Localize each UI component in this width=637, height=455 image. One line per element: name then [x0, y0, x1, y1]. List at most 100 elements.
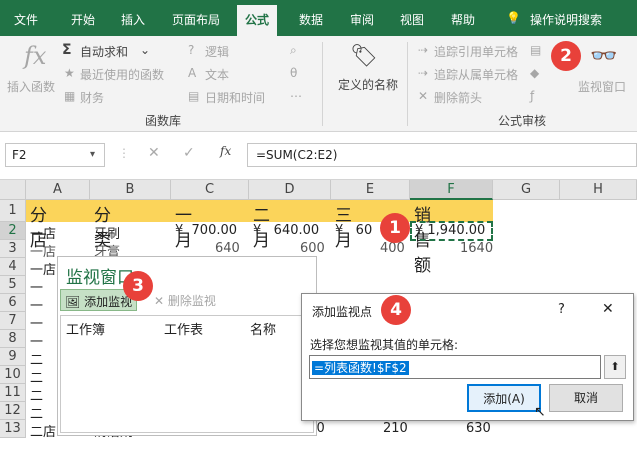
- trace-dependents-button[interactable]: 追踪从属单元格: [434, 66, 518, 83]
- finance-button[interactable]: 财务: [80, 89, 104, 106]
- cell-a11[interactable]: 二: [30, 385, 43, 404]
- row-header[interactable]: 9: [0, 348, 26, 366]
- tab-formulas[interactable]: 公式: [237, 5, 278, 36]
- cell-a2[interactable]: 一店: [30, 223, 56, 242]
- tab-help[interactable]: 帮助: [451, 11, 475, 28]
- row-header[interactable]: 12: [0, 402, 26, 420]
- row-header[interactable]: 4: [0, 258, 26, 276]
- select-all-corner[interactable]: [0, 180, 26, 200]
- dots-icon: ⋮: [118, 146, 130, 160]
- math-icon[interactable]: θ: [290, 66, 297, 80]
- column-header[interactable]: A: [26, 180, 90, 200]
- row-header[interactable]: 1: [0, 200, 26, 222]
- column-header[interactable]: H: [560, 180, 637, 200]
- cell-d3[interactable]: 600: [300, 241, 325, 256]
- watch-window-button[interactable]: 监视窗口: [578, 78, 626, 95]
- step-badge-1: 1: [380, 213, 410, 243]
- enter-icon[interactable]: ✓: [183, 145, 195, 161]
- datetime-button[interactable]: 日期和时间: [205, 89, 265, 106]
- cell-c3[interactable]: 640: [215, 241, 240, 256]
- cell-a8[interactable]: 一: [30, 331, 43, 350]
- cell-d2[interactable]: ¥ 640.00: [253, 223, 319, 238]
- tab-search[interactable]: 操作说明搜索: [530, 11, 602, 28]
- cell-e13[interactable]: 210: [383, 421, 408, 436]
- watch-col-workbook[interactable]: 工作簿: [66, 319, 105, 338]
- column-header[interactable]: D: [249, 180, 331, 200]
- tab-file[interactable]: 文件: [14, 11, 38, 28]
- sigma-icon: Σ: [62, 42, 72, 58]
- close-button[interactable]: ✕: [602, 301, 614, 317]
- show-formulas-icon[interactable]: ▤: [530, 43, 541, 57]
- cell-f3[interactable]: 1640: [460, 241, 493, 256]
- recent-functions-button[interactable]: 最近使用的函数: [80, 66, 164, 83]
- cell-a6[interactable]: 一: [30, 295, 43, 314]
- add-button[interactable]: 添加(A): [467, 384, 541, 412]
- ribbon-separator: [407, 42, 408, 126]
- column-header[interactable]: E: [331, 180, 410, 200]
- row-header[interactable]: 8: [0, 330, 26, 348]
- tab-insert[interactable]: 插入: [121, 11, 145, 28]
- column-header[interactable]: C: [171, 180, 249, 200]
- cell-a9[interactable]: 二: [30, 349, 43, 368]
- reference-input[interactable]: =列表函数!$F$2: [309, 355, 601, 379]
- chevron-down-icon[interactable]: ⌄: [140, 43, 150, 57]
- row-header[interactable]: 2: [0, 222, 26, 240]
- collapse-dialog-button[interactable]: ⬆: [604, 355, 626, 379]
- evaluate-formula-icon[interactable]: ƒ: [530, 89, 534, 103]
- cancel-button[interactable]: 取消: [549, 384, 623, 412]
- insert-function-icon[interactable]: fx: [220, 144, 231, 158]
- help-button[interactable]: ?: [558, 302, 565, 317]
- lookup-icon[interactable]: ⌕: [290, 43, 297, 58]
- cell-b2[interactable]: 牙刷: [94, 223, 120, 242]
- step-badge-4: 4: [381, 295, 411, 325]
- tab-data[interactable]: 数据: [299, 11, 323, 28]
- cell-f2[interactable]: ¥ 1,940.00: [415, 223, 485, 238]
- row-header[interactable]: 10: [0, 366, 26, 384]
- chevron-down-icon[interactable]: ▾: [90, 149, 95, 160]
- autosum-button[interactable]: 自动求和: [80, 43, 128, 60]
- column-header[interactable]: G: [493, 180, 560, 200]
- fx-icon: fx: [24, 42, 47, 70]
- formula-input[interactable]: =SUM(C2:E2): [247, 143, 637, 167]
- cell-a4[interactable]: 一店: [30, 259, 56, 278]
- error-check-icon[interactable]: ◆: [530, 66, 539, 80]
- cancel-icon[interactable]: ✕: [148, 145, 160, 161]
- defined-names-button[interactable]: 定义的名称: [338, 76, 398, 93]
- insert-function-button[interactable]: 插入函数: [7, 78, 55, 95]
- logic-button[interactable]: 逻辑: [205, 43, 229, 60]
- row-header[interactable]: 11: [0, 384, 26, 402]
- cell-c2[interactable]: ¥ 700.00: [175, 223, 237, 238]
- row-header[interactable]: 7: [0, 312, 26, 330]
- trace-precedents-button[interactable]: 追踪引用单元格: [434, 43, 518, 60]
- row-header[interactable]: 6: [0, 294, 26, 312]
- watch-col-sheet[interactable]: 工作表: [164, 319, 203, 338]
- column-header[interactable]: B: [90, 180, 171, 200]
- cell-e3[interactable]: 400: [380, 241, 405, 256]
- cell-e2[interactable]: ¥ 60: [335, 223, 372, 238]
- column-header[interactable]: F: [410, 180, 493, 200]
- tab-view[interactable]: 视图: [400, 11, 424, 28]
- cell-a3[interactable]: 一店: [30, 241, 56, 260]
- cell-a5[interactable]: 一: [30, 277, 43, 296]
- remove-arrows-button[interactable]: 删除箭头: [434, 89, 482, 106]
- remove-arrows-icon: ✕: [418, 89, 429, 103]
- row-header[interactable]: 3: [0, 240, 26, 258]
- tab-review[interactable]: 审阅: [350, 11, 374, 28]
- tab-home[interactable]: 开始: [71, 11, 95, 28]
- add-watch-label: 添加监视: [84, 295, 133, 309]
- cell-a12[interactable]: 二: [30, 403, 43, 422]
- cell-f13[interactable]: 630: [466, 421, 491, 436]
- watch-col-name[interactable]: 名称: [250, 319, 276, 338]
- star-icon: ★: [64, 66, 75, 80]
- cell-a13[interactable]: 二店: [30, 421, 56, 440]
- row-header[interactable]: 5: [0, 276, 26, 294]
- more-functions-icon[interactable]: ⋯: [290, 89, 302, 103]
- cell-a7[interactable]: 一: [30, 313, 43, 332]
- text-button[interactable]: 文本: [205, 66, 229, 83]
- ribbon: fx 插入函数 Σ 自动求和 ⌄ ★ 最近使用的函数 ▦ 财务 ? 逻辑 A 文…: [0, 36, 637, 132]
- cell-a10[interactable]: 二: [30, 367, 43, 386]
- row-header[interactable]: 13: [0, 420, 26, 438]
- tab-page-layout[interactable]: 页面布局: [172, 11, 220, 28]
- dialog-prompt: 选择您想监视其值的单元格:: [310, 338, 459, 352]
- delete-watch-button[interactable]: ✕ 删除监视: [150, 289, 220, 311]
